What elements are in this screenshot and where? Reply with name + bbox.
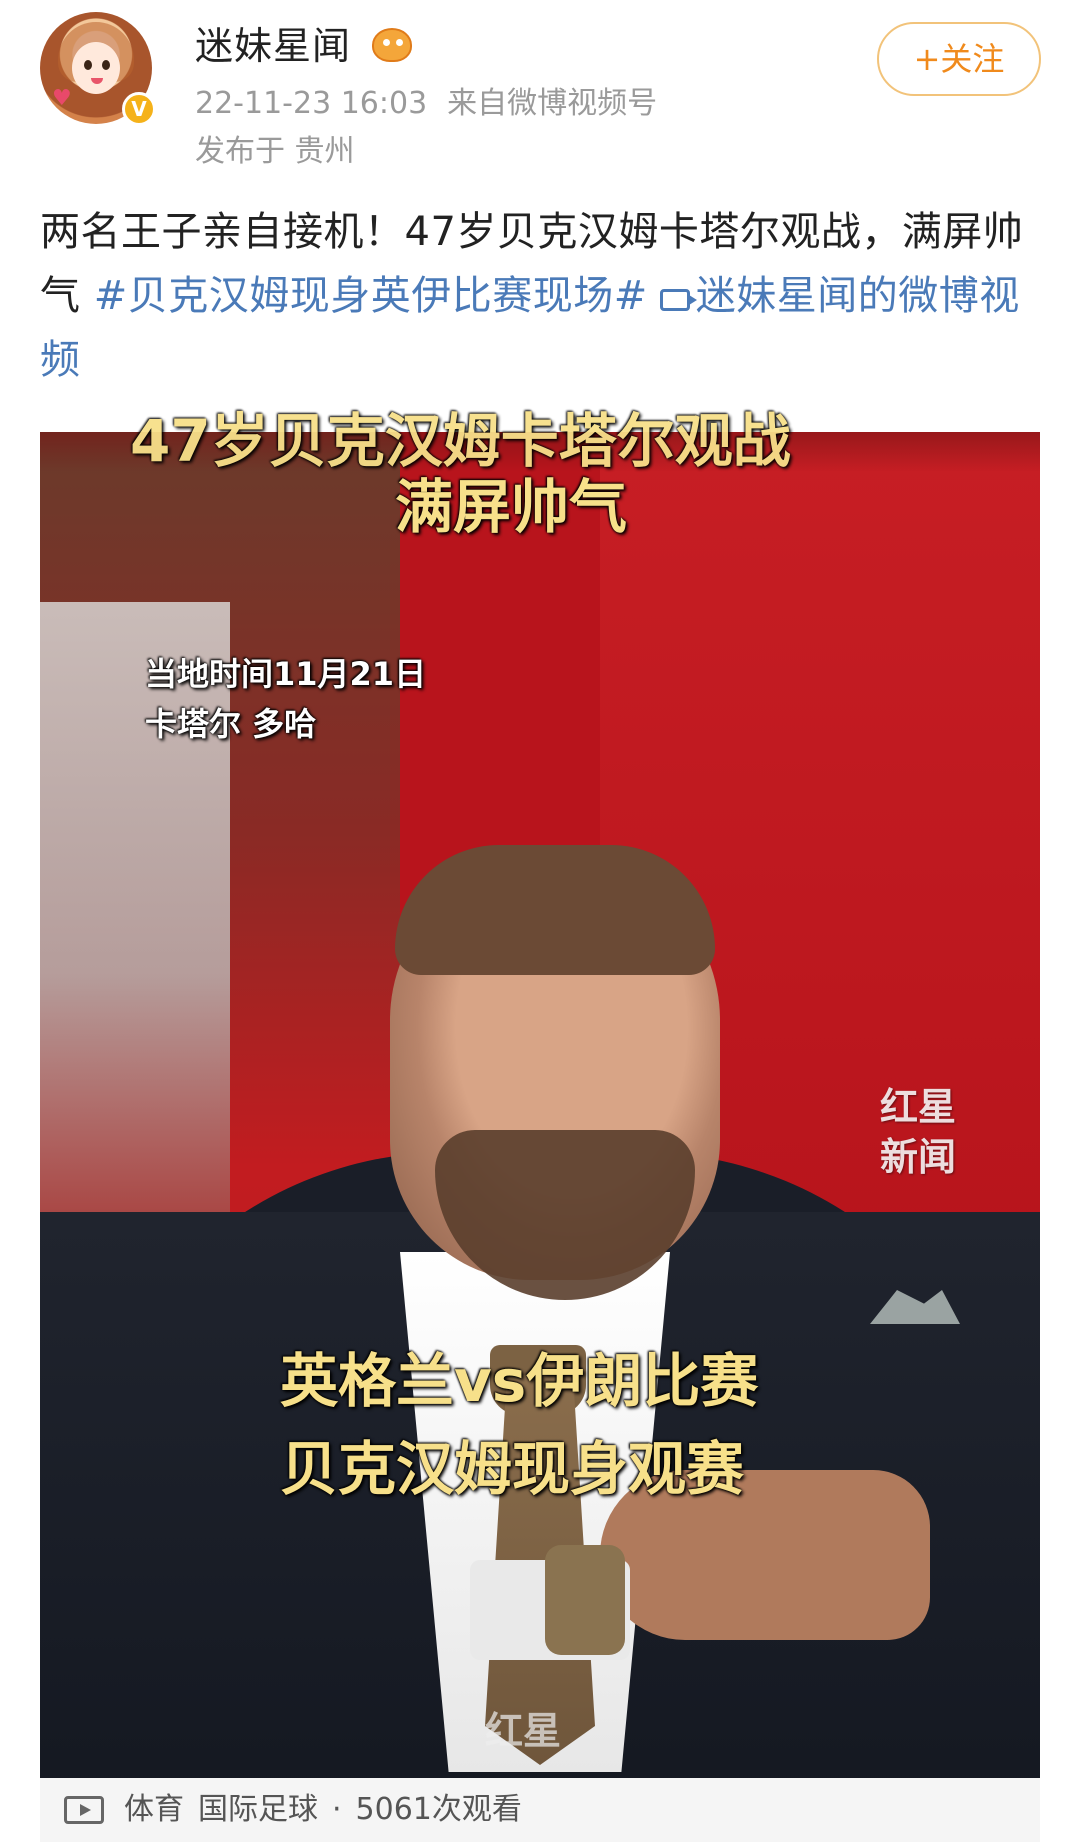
post-source[interactable]: 来自微博视频号 [447, 86, 657, 121]
video-watermark-line2: 新闻 [880, 1134, 957, 1179]
video-category[interactable]: 体育 [124, 1792, 184, 1827]
post-meta: 22-11-23 16:03 来自微博视频号 [195, 82, 657, 126]
video-play-icon [64, 1796, 104, 1824]
video-overlay-time: 当地时间11月21日 [145, 655, 427, 693]
video-overlay-caption-line1: 英格兰vs伊朗比赛 [280, 1347, 759, 1415]
post-time: 22-11-23 16:03 [195, 86, 428, 121]
video-overlay-title-line2: 满屏帅气 [395, 473, 628, 541]
video-overlay-caption-line2: 贝克汉姆现身观赛 [280, 1435, 745, 1503]
hashtag-link[interactable]: #贝克汉姆现身英伊比赛现场# [94, 273, 648, 319]
video-watermark: 红星 新闻 [880, 1082, 956, 1182]
avatar-eye [102, 60, 110, 70]
video-watermark-bottom: 红星 [485, 1708, 562, 1753]
follow-button[interactable]: +关注 [877, 22, 1041, 96]
video-info-text: 体育 国际足球 · 5061次观看 [124, 1778, 536, 1842]
avatar-face [72, 42, 120, 94]
heart-icon: ♥ [52, 86, 72, 111]
video-info-separator: · [332, 1792, 342, 1827]
video-overlay-title-line1: 47岁贝克汉姆卡塔尔观战 [130, 407, 791, 475]
post-text: 两名王子亲自接机！47岁贝克汉姆卡塔尔观战，满屏帅气 #贝克汉姆现身英伊比赛现场… [40, 200, 1040, 392]
video-watch [545, 1545, 625, 1655]
post-location: 发布于 贵州 [195, 134, 355, 169]
video-link-icon [659, 289, 697, 311]
author-name[interactable]: 迷妹星闻 [195, 20, 351, 72]
video-hair [395, 845, 715, 975]
video-bg-stand [40, 602, 230, 1222]
video-view-count: 5061次观看 [355, 1792, 522, 1827]
video-info-bar[interactable]: 体育 国际足球 · 5061次观看 [40, 1778, 1040, 1842]
level-fish-icon [372, 28, 412, 62]
video-watermark-line1: 红星 [880, 1084, 957, 1129]
verified-badge-icon: V [122, 92, 156, 126]
video-overlay-place: 卡塔尔 多哈 [145, 705, 317, 743]
video-subcategory[interactable]: 国际足球 [198, 1792, 318, 1827]
avatar-eye [84, 60, 92, 70]
